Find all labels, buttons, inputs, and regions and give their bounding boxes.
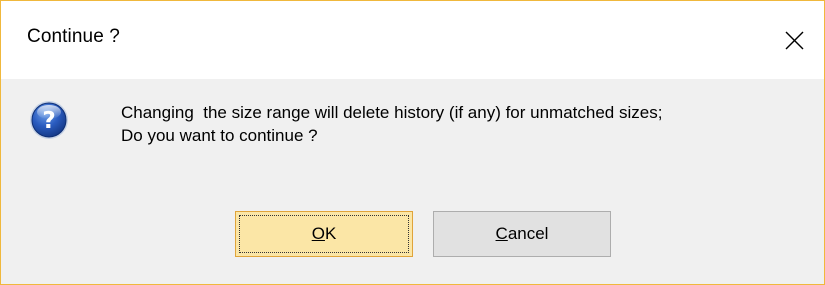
title-bar[interactable]: Continue ? <box>1 1 824 79</box>
ok-mnemonic: O <box>311 224 325 243</box>
ok-button[interactable]: OK <box>235 211 413 257</box>
cancel-label-rest: ancel <box>507 224 549 243</box>
close-button[interactable] <box>764 1 824 79</box>
cancel-button[interactable]: Cancel <box>433 211 611 257</box>
ok-button-label: OK <box>312 224 337 244</box>
message-line-2: Do you want to continue ? <box>121 126 318 145</box>
cancel-button-label: Cancel <box>496 224 549 244</box>
dialog-window: Continue ? ? Changing the size range wil… <box>0 0 825 285</box>
question-icon: ? <box>30 101 68 139</box>
cancel-mnemonic: C <box>495 224 508 243</box>
dialog-message: Changing the size range will delete hist… <box>121 101 662 147</box>
message-line-1: Changing the size range will delete hist… <box>121 103 663 122</box>
ok-label-rest: K <box>324 224 337 243</box>
close-icon <box>785 31 803 49</box>
svg-text:?: ? <box>42 108 55 134</box>
dialog-title: Continue ? <box>27 26 120 47</box>
dialog-body: ? Changing the size range will delete hi… <box>1 79 824 284</box>
